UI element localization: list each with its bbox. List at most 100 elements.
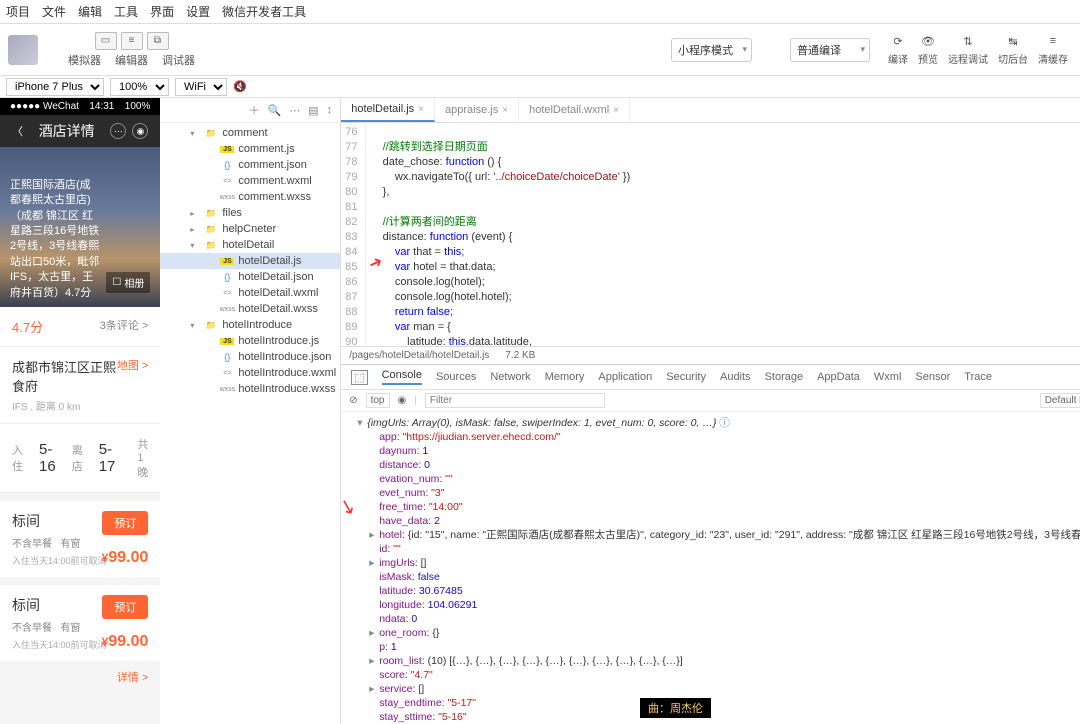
context-select[interactable]: top [366, 393, 390, 408]
room-card[interactable]: 标间 不含早餐 有窗 入住当天14:00前可取消 预订 99.00 [0, 501, 160, 577]
score-value: 4.7分 [12, 317, 43, 336]
folder-icon: 📁 [204, 320, 218, 331]
toolbar-action[interactable]: ≡清缓存 [1038, 33, 1068, 66]
close-icon[interactable]: × [502, 105, 508, 116]
devtools-tab[interactable]: Console [382, 369, 422, 385]
devtools-tab[interactable]: Wxml [874, 371, 902, 383]
clear-console-icon[interactable]: ⊘ [349, 395, 357, 406]
mode-select[interactable]: 小程序模式 [671, 38, 752, 62]
date-picker[interactable]: 入住 5-16 离店 5-17 共 1晚 [0, 424, 160, 493]
file-item[interactable]: JShotelDetail.js [160, 253, 340, 269]
toolbar: ▭ ≡ ⧉ 模拟器 编辑器 调试器 小程序模式 普通编译 ⟳编译 👁预览 ⇅远程调试… [0, 24, 1080, 76]
file-item[interactable]: {}comment.json [160, 157, 340, 173]
search-icon[interactable]: 🔍 [268, 104, 282, 117]
inspect-icon[interactable]: ⬚ [351, 370, 367, 385]
devtools-tab[interactable]: Audits [720, 371, 751, 383]
file-item[interactable]: {}hotelDetail.json [160, 269, 340, 285]
file-item[interactable]: JScomment.js [160, 141, 340, 157]
file-item[interactable]: <>comment.wxml [160, 173, 340, 189]
debugger-toggle-icon[interactable]: ⧉ [147, 32, 169, 50]
network-select[interactable]: WiFi [175, 78, 227, 96]
device-bar: iPhone 7 Plus 100% WiFi 🔇 [0, 76, 1080, 98]
file-path: /pages/hotelDetail/hotelDetail.js [349, 350, 489, 361]
file-item[interactable]: ▾📁hotelIntroduce [160, 317, 340, 333]
devtools-tab[interactable]: Storage [765, 371, 804, 383]
menubar[interactable]: 项目文件编辑工具界面设置微信开发者工具 [0, 0, 1080, 24]
code-lines[interactable]: //跳转到选择日期页面 date_chose: function () { wx… [366, 123, 634, 346]
simulator-toggle-icon[interactable]: ▭ [95, 32, 117, 50]
devtools-tab[interactable]: Security [666, 371, 706, 383]
menu-item[interactable]: 工具 [114, 3, 138, 20]
view-toggle-group: ▭ ≡ ⧉ 模拟器 编辑器 调试器 [68, 32, 195, 68]
price-value: 99.00 [102, 633, 149, 651]
editor-tab[interactable]: hotelDetail.js× [341, 98, 435, 122]
hero-image[interactable]: 正熙国际酒店(成都春熙太古里店)（成都 锦江区 红星路三段16号地铁2号线，3号… [0, 147, 160, 307]
more-icon[interactable]: ⋯ [110, 123, 126, 139]
file-item[interactable]: ᴡxsshotelDetail.wxss [160, 301, 340, 317]
devtools-tab[interactable]: Memory [545, 371, 585, 383]
target-icon[interactable]: ◉ [132, 123, 148, 139]
map-link[interactable]: 地图 > [117, 357, 148, 373]
json-icon: {} [220, 272, 234, 282]
add-file-icon[interactable]: ＋ [249, 102, 260, 118]
editor-tabs: hotelDetail.js×appraise.js×hotelDetail.w… [341, 98, 1080, 123]
editor-tab[interactable]: appraise.js× [435, 98, 519, 122]
room-card[interactable]: 标间 不含早餐 有窗 入住当天14:00前可取消 预订 99.00 [0, 585, 160, 661]
toolbar-action[interactable]: ⟳编译 [888, 33, 908, 66]
level-select[interactable]: Default levels [1040, 393, 1080, 408]
split-icon[interactable]: ▤ [308, 104, 318, 117]
file-item[interactable]: ▾📁hotelDetail [160, 237, 340, 253]
devtools-tab[interactable]: Network [490, 371, 530, 383]
code-area[interactable]: 76777879808182838485868788899091929394 /… [341, 123, 1080, 346]
book-button[interactable]: 预订 [102, 511, 148, 535]
file-item[interactable]: {}hotelIntroduce.json [160, 349, 340, 365]
file-item[interactable]: ▸📁files [160, 205, 340, 221]
file-item[interactable]: <>hotelIntroduce.wxml [160, 365, 340, 381]
menu-item[interactable]: 项目 [6, 3, 30, 20]
menu-item[interactable]: 编辑 [78, 3, 102, 20]
toolbar-action[interactable]: 👁预览 [918, 33, 938, 66]
devtools-tab[interactable]: Application [598, 371, 652, 383]
toolbar-action[interactable]: ↹切后台 [998, 33, 1028, 66]
file-item[interactable]: <>hotelDetail.wxml [160, 285, 340, 301]
file-item[interactable]: ᴡxsshotelIntroduce.wxss [160, 381, 340, 397]
menu-item[interactable]: 微信开发者工具 [222, 3, 306, 20]
devtools-tab[interactable]: Sources [436, 371, 476, 383]
compile-select[interactable]: 普通编译 [790, 38, 870, 62]
console-output[interactable]: ↘ ↘ ▾{imgUrls: Array(0), isMask: false, … [341, 412, 1080, 724]
book-button[interactable]: 预订 [102, 595, 148, 619]
menu-item[interactable]: 文件 [42, 3, 66, 20]
checkin-date: 5-16 [39, 441, 56, 475]
device-select[interactable]: iPhone 7 Plus [6, 78, 104, 96]
reviews-link[interactable]: 3条评论 > [100, 317, 149, 336]
detail-link[interactable]: 详情 > [0, 661, 160, 693]
collapse-icon[interactable]: ↕ [327, 104, 333, 116]
gallery-button[interactable]: ☐ 相册 [106, 272, 150, 293]
simulator-label: 模拟器 [68, 52, 101, 68]
file-item[interactable]: ᴡxsscomment.wxss [160, 189, 340, 205]
filter-input[interactable] [425, 393, 605, 408]
close-icon[interactable]: × [418, 104, 424, 115]
eye-icon[interactable]: ◉ [398, 395, 407, 406]
editor-toggle-icon[interactable]: ≡ [121, 32, 143, 50]
close-icon[interactable]: × [613, 105, 619, 116]
folder-icon: 📁 [204, 224, 218, 235]
menu-item[interactable]: 设置 [186, 3, 210, 20]
toolbar-action[interactable]: ⇅远程调试 [948, 33, 988, 66]
devtools-tab[interactable]: AppData [817, 371, 860, 383]
mute-icon[interactable]: 🔇 [233, 80, 247, 93]
address-block[interactable]: 地图 > 成都市锦江区正熙食府 IFS , 距离 0 km [0, 347, 160, 424]
back-icon[interactable]: 〈 [12, 123, 23, 139]
zoom-select[interactable]: 100% [110, 78, 169, 96]
file-item[interactable]: ▾📁comment [160, 125, 340, 141]
menu-item[interactable]: 界面 [150, 3, 174, 20]
devtools-tab[interactable]: Trace [964, 371, 992, 383]
file-item[interactable]: JShotelIntroduce.js [160, 333, 340, 349]
editor-tab[interactable]: hotelDetail.wxml× [519, 98, 630, 122]
devtools-tab[interactable]: Sensor [915, 371, 950, 383]
folder-icon: 📁 [204, 240, 218, 251]
more-icon[interactable]: ⋯ [289, 104, 300, 117]
devtools-tabs: ⬚ Console Sources Network Memory Application… [341, 365, 1080, 390]
devtools-panel: ⬚ Console Sources Network Memory Application… [341, 364, 1080, 724]
file-item[interactable]: ▸📁helpCneter [160, 221, 340, 237]
